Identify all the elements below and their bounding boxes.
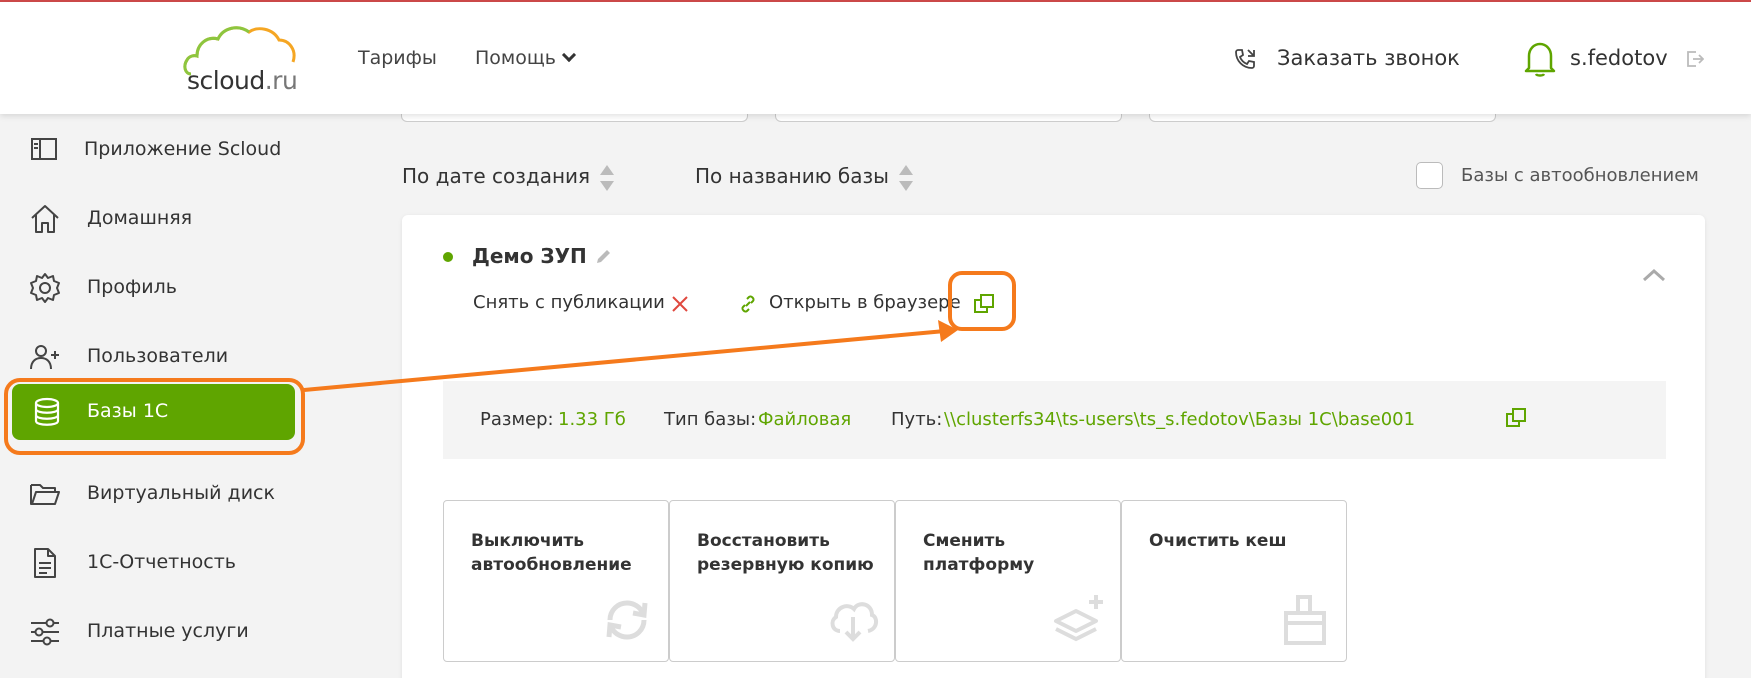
sidebar-item-home[interactable]: Домашняя [0,189,307,249]
document-icon [34,548,56,578]
sidebar-item-label: Виртуальный диск [87,482,275,504]
gear-icon [30,273,60,303]
sidebar-item-app[interactable]: Приложение Scloud [0,120,307,180]
sort-by-name[interactable]: По названию базы [695,164,913,191]
nav-tariffs[interactable]: Тарифы [358,47,437,69]
home-icon [31,205,59,233]
sidebar-item-reporting[interactable]: 1С-Отчетность [0,533,307,593]
autoupdate-checkbox[interactable] [1416,162,1443,189]
sidebar-item-profile[interactable]: Профиль [0,258,307,318]
path-value: \\clusterfs34\ts-users\ts_s.fedotov\Базы… [944,409,1416,430]
nav-help[interactable]: Помощь [475,47,577,69]
phone-call-icon[interactable] [1233,47,1257,71]
bell-icon[interactable] [1523,40,1557,78]
sort-by-date[interactable]: По дате создания [402,164,615,191]
pencil-icon[interactable] [594,248,612,266]
add-user-icon [30,345,59,370]
sidebar-item-label: Приложение Scloud [84,138,282,160]
link-icon [741,295,755,313]
chevron-up-icon[interactable] [1642,268,1666,282]
status-dot [443,252,453,262]
main-content: По дате создания По названию базы Базы с… [307,104,1751,678]
sort-arrows-icon [600,164,615,191]
logo-text: scloud.ru [187,66,298,95]
autoupdate-checkbox-label: Базы с автообновлением [1461,165,1699,186]
path-label: Путь: [891,409,943,430]
sidebar-item-label: Пользователи [87,345,229,367]
copy-icon[interactable] [1505,407,1527,429]
unpublish-link[interactable]: Снять с публикации [473,292,665,313]
copy-highlight-annotation [948,271,1016,331]
clear-cache-button[interactable]: Очистить кеш [1121,500,1347,662]
sliders-icon [31,618,59,646]
username[interactable]: s.fedotov [1570,46,1668,70]
brush-icon [1284,595,1326,645]
app-panel-icon [31,138,57,160]
size-label: Размер: [480,409,554,430]
order-call-link[interactable]: Заказать звонок [1277,46,1460,70]
folder-icon [30,484,60,505]
action-label: Восстановить резервную копию [697,531,874,575]
size-value: 1.33 Гб [558,409,626,430]
action-label: Выключить автообновление [471,531,632,575]
sidebar-item-label: Профиль [87,276,177,298]
refresh-icon [606,600,648,640]
database-name: Демо ЗУП [472,244,587,268]
sidebar-highlight-annotation [4,378,305,455]
cloud-download-icon [830,602,879,642]
type-value: Файловая [758,409,852,430]
chevron-down-icon [561,47,577,63]
close-icon[interactable] [670,294,690,314]
action-label: Очистить кеш [1149,531,1287,551]
change-platform-button[interactable]: Сменить платформу [895,500,1121,662]
restore-backup-button[interactable]: Восстановить резервную копию [669,500,895,662]
database-info-bar: Размер: 1.33 Гб Тип базы: Файловая Путь:… [443,381,1666,459]
sidebar-item-label: Платные услуги [87,620,249,642]
open-in-browser-link[interactable]: Открыть в браузере [769,292,961,313]
logout-icon[interactable] [1686,50,1704,68]
sidebar-item-paid-services[interactable]: Платные услуги [0,602,307,662]
action-label: Сменить платформу [923,531,1035,575]
disable-autoupdate-button[interactable]: Выключить автообновление [443,500,669,662]
sidebar-item-label: Домашняя [87,207,193,229]
type-label: Тип базы: [664,409,757,430]
database-card: Демо ЗУП Снять с публикации Открыть в бр… [402,215,1705,678]
sort-arrows-icon [898,164,913,191]
header: scloud.ru Тарифы Помощь Заказать звонок … [0,2,1751,114]
layers-add-icon [1054,595,1103,642]
sidebar-item-label: 1С-Отчетность [87,551,236,573]
sidebar-item-virtual-disk[interactable]: Виртуальный диск [0,464,307,524]
